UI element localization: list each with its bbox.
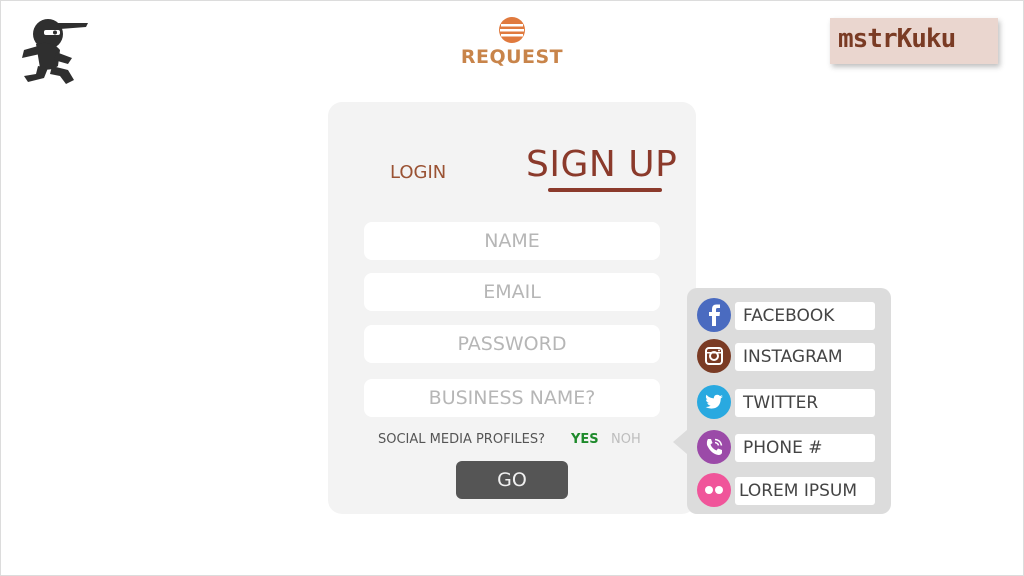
twitter-icon: [697, 385, 731, 419]
active-tab-underline: [548, 188, 662, 192]
go-button[interactable]: GO: [456, 461, 568, 499]
social-profiles-question: SOCIAL MEDIA PROFILES?: [378, 432, 545, 447]
brand-name: REQUEST: [460, 46, 564, 68]
phone-icon: [697, 430, 731, 464]
social-row-instagram: INSTAGRAM: [697, 339, 877, 373]
panel-pointer: [673, 430, 687, 454]
password-field[interactable]: [364, 325, 660, 363]
tab-signup[interactable]: SIGN UP: [526, 144, 677, 185]
name-field[interactable]: [364, 222, 660, 260]
ninja-logo-icon[interactable]: [14, 14, 92, 86]
social-row-facebook: FACEBOOK: [697, 298, 877, 332]
brand[interactable]: REQUEST: [440, 16, 584, 68]
social-row-lorem: LOREM IPSUM: [697, 473, 877, 507]
flickr-icon: [697, 473, 731, 507]
instagram-icon: [697, 339, 731, 373]
phone-field[interactable]: PHONE #: [735, 434, 875, 462]
lorem-ipsum-field[interactable]: LOREM IPSUM: [735, 477, 875, 505]
striped-circle-icon: [498, 16, 526, 44]
social-row-twitter: TWITTER: [697, 385, 877, 419]
badge-text: mstrKuku: [838, 24, 956, 54]
email-field[interactable]: [364, 273, 660, 311]
facebook-icon: [697, 298, 731, 332]
social-no-option[interactable]: NOH: [611, 432, 641, 447]
business-name-field[interactable]: [364, 379, 660, 417]
social-row-phone: PHONE #: [697, 430, 877, 464]
facebook-field[interactable]: FACEBOOK: [735, 302, 875, 330]
instagram-field[interactable]: INSTAGRAM: [735, 343, 875, 371]
social-yes-option[interactable]: YES: [571, 432, 599, 447]
mstrkuku-badge[interactable]: mstrKuku: [830, 18, 998, 64]
twitter-field[interactable]: TWITTER: [735, 389, 875, 417]
tab-login[interactable]: LOGIN: [390, 162, 446, 183]
